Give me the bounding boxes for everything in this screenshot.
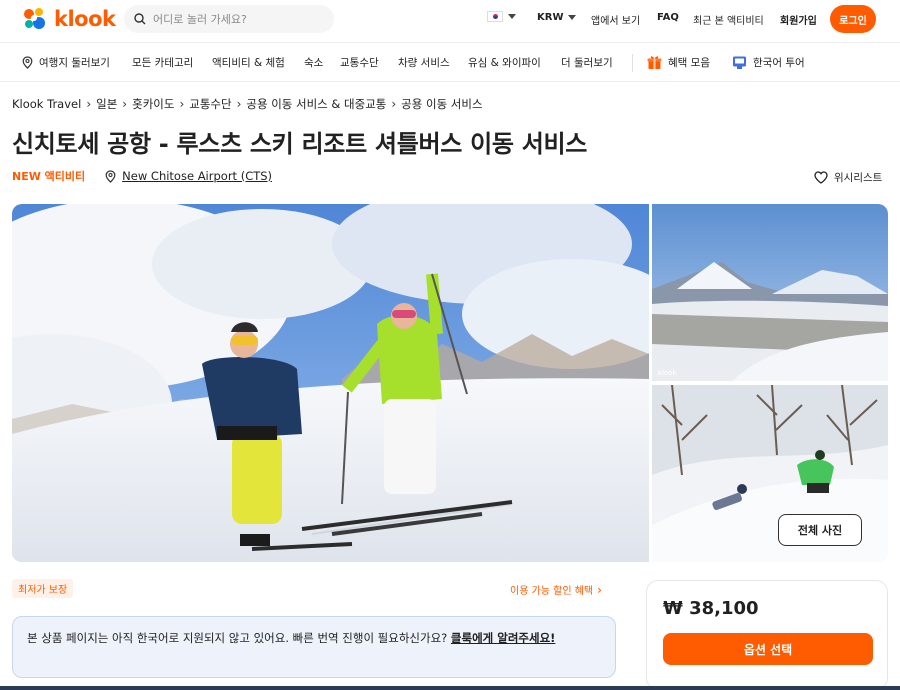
nav-item-korean-tour[interactable]: 한국어 투어 (732, 55, 805, 70)
photo-gallery: klook (12, 204, 888, 562)
notice-text: 본 상품 페이지는 아직 한국어로 지원되지 않고 있어요. 빠른 번역 진행이… (27, 631, 451, 645)
chevron-right-icon: › (597, 582, 602, 597)
price-value: ₩ 38,100 (663, 598, 759, 619)
nav-divider (632, 54, 633, 72)
chevron-right-icon: › (86, 97, 92, 111)
location-text: New Chitose Airport (CTS) (122, 169, 273, 183)
nav-item-all-categories[interactable]: 모든 카테고리 (132, 55, 193, 70)
breadcrumb-item[interactable]: 공용 이동 서비스 (401, 96, 482, 112)
korea-flag-icon (487, 11, 503, 22)
discount-label: 이용 가능 할인 혜택 (510, 586, 594, 597)
booking-card: ₩ 38,100 옵션 선택 (646, 580, 888, 690)
tour-guide-icon (733, 56, 746, 69)
photo-mountain-view[interactable]: klook (652, 204, 888, 381)
search-input[interactable] (153, 12, 313, 26)
nav-label: 여행지 둘러보기 (39, 57, 110, 69)
breadcrumb: Klook Travel › 일본 › 홋카이도 › 교통수단 › 공용 이동 … (12, 96, 483, 112)
chevron-right-icon: › (236, 97, 242, 111)
breadcrumb-item[interactable]: 일본 (96, 96, 117, 112)
gift-icon (647, 56, 662, 69)
breadcrumb-item[interactable]: 홋카이도 (132, 96, 174, 112)
heart-icon (814, 171, 828, 184)
search-icon (134, 13, 146, 25)
breadcrumb-item[interactable]: 교통수단 (189, 96, 231, 112)
nav-label: 한국어 투어 (753, 57, 805, 69)
select-option-button[interactable]: 옵션 선택 (663, 633, 873, 665)
location-link[interactable]: New Chitose Airport (CTS) (105, 169, 272, 183)
nav-item-transport[interactable]: 교통수단 (340, 55, 379, 70)
chevron-right-icon: › (391, 97, 397, 111)
page-title: 신치토세 공항 - 루스츠 스키 리조트 셔틀버스 이동 서비스 (12, 130, 588, 158)
translation-notice: 본 상품 페이지는 아직 한국어로 지원되지 않고 있어요. 빠른 번역 진행이… (12, 616, 616, 678)
language-selector[interactable] (487, 11, 516, 22)
category-nav: 여행지 둘러보기 모든 카테고리 액티비티 & 체험 숙소 교통수단 차량 서비… (0, 42, 900, 82)
klook-logo[interactable]: klook (22, 6, 116, 32)
login-button[interactable]: 로그인 (830, 5, 876, 33)
skiers-image (12, 204, 649, 562)
faq-link[interactable]: FAQ (657, 12, 679, 23)
price-guarantee-badge: 최저가 보장 (12, 579, 74, 598)
wishlist-button[interactable]: 위시리스트 (814, 170, 882, 185)
nav-label: 혜택 모음 (668, 57, 710, 69)
location-pin-icon (105, 169, 116, 183)
signup-link[interactable]: 회원가입 (780, 12, 817, 27)
product-meta: NEW 액티비티 New Chitose Airport (CTS) (12, 168, 272, 184)
watermark-text: klook (658, 369, 678, 377)
breadcrumb-item[interactable]: Klook Travel (12, 97, 81, 111)
nav-item-sim-wifi[interactable]: 유심 & 와이파이 (468, 55, 541, 70)
breadcrumb-item[interactable]: 공용 이동 서비스 & 대중교통 (246, 96, 386, 112)
logo-text: klook (54, 7, 116, 31)
nav-item-hotels[interactable]: 숙소 (304, 55, 323, 70)
chevron-right-icon: › (179, 97, 185, 111)
currency-selector[interactable]: KRW (537, 12, 577, 23)
nav-item-destinations[interactable]: 여행지 둘러보기 (22, 55, 110, 70)
chevron-right-icon: › (122, 97, 128, 111)
bottom-bar (0, 686, 900, 690)
top-header: klook KRW 앱에서 보기 FAQ 최근 본 액티비티 회원가입 로그인 (0, 0, 900, 40)
notify-klook-link[interactable]: 클룩에게 알려주세요! (451, 631, 555, 645)
mountain-image: klook (652, 204, 888, 381)
klook-logo-icon (24, 8, 45, 29)
chevron-down-icon (508, 14, 516, 19)
wishlist-label: 위시리스트 (834, 172, 883, 184)
nav-item-deals[interactable]: 혜택 모음 (647, 55, 710, 70)
recently-viewed-link[interactable]: 최근 본 액티비티 (693, 12, 764, 27)
new-activity-badge: NEW 액티비티 (12, 170, 86, 183)
search-bar[interactable] (124, 5, 334, 33)
app-link[interactable]: 앱에서 보기 (591, 12, 640, 27)
chevron-down-icon (568, 15, 577, 20)
nav-item-car-service[interactable]: 차량 서비스 (398, 55, 450, 70)
nav-item-activities[interactable]: 액티비티 & 체험 (212, 55, 285, 70)
view-all-photos-button[interactable]: 전체 사진 (778, 514, 862, 546)
location-pin-icon (22, 56, 33, 69)
currency-label: KRW (537, 12, 564, 23)
discount-offers-link[interactable]: 이용 가능 할인 혜택 › (510, 582, 602, 598)
nav-item-more[interactable]: 더 둘러보기 (561, 55, 613, 70)
main-photo-skiers[interactable] (12, 204, 649, 562)
